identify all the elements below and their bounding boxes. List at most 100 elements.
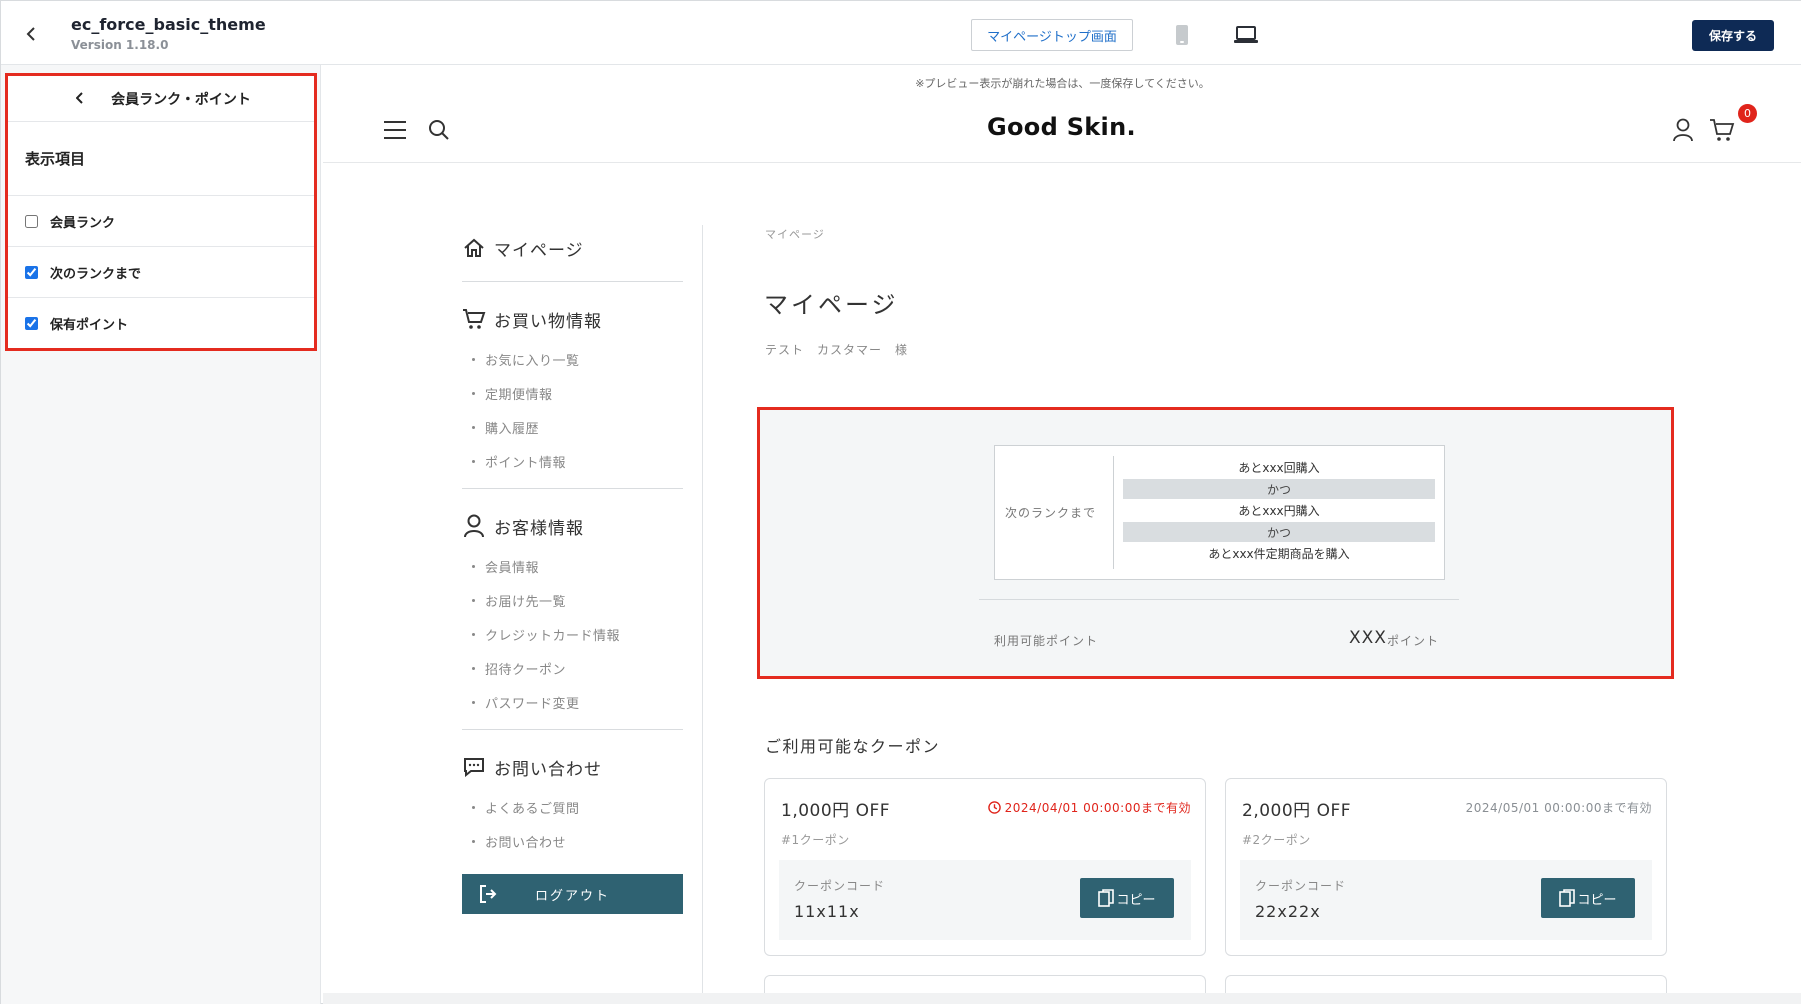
preview-page-select[interactable]: マイページトップ画面: [971, 19, 1133, 51]
rank-condition: あとxxx回購入: [1238, 461, 1320, 475]
coupon-code-label: クーポンコード: [794, 879, 886, 893]
coupon-expiry: 2024/05/01 00:00:00まで有効: [1465, 801, 1652, 815]
coupon-expiry-text: 2024/04/01 00:00:00まで有効: [1004, 801, 1191, 815]
nav-inquiry[interactable]: お問い合わせ: [462, 824, 683, 858]
nav-credit-card[interactable]: クレジットカード情報: [462, 617, 683, 651]
shop-logo[interactable]: Good Skin.: [987, 113, 1136, 141]
nav-label: お買い物情報: [494, 311, 602, 332]
nav-purchase-history[interactable]: 購入履歴: [462, 410, 683, 444]
rank-and: かつ: [1123, 522, 1435, 542]
copy-code-button[interactable]: コピー: [1080, 878, 1174, 918]
rank-condition: あとxxx円購入: [1238, 504, 1320, 518]
nav-sub-label: お届け先一覧: [485, 594, 567, 610]
nav-sub-label: 定期便情報: [485, 387, 553, 403]
coupon-name: #1クーポン: [781, 833, 850, 847]
next-rank-checkbox[interactable]: [25, 265, 38, 279]
nav-invite-coupon[interactable]: 招待クーポン: [462, 651, 683, 685]
nav-sub-label: お問い合わせ: [485, 835, 567, 851]
coupon-code-box: クーポンコード 11x11x コピー: [779, 860, 1191, 940]
points-value: XXX: [1349, 628, 1387, 648]
nav-subscription[interactable]: 定期便情報: [462, 376, 683, 410]
cart-icon: [463, 309, 486, 329]
copy-code-button[interactable]: コピー: [1541, 878, 1635, 918]
points-checkbox[interactable]: [25, 317, 38, 330]
logout-label: ログアウト: [534, 888, 610, 904]
save-button[interactable]: 保存する: [1692, 20, 1774, 51]
nav-sub-label: 招待クーポン: [485, 662, 567, 678]
menu-button[interactable]: [380, 115, 410, 145]
preview-frame: ※プレビュー表示が崩れた場合は、一度保存してください。 Good Skin. 0: [323, 65, 1801, 1004]
top-bar: ec_force_basic_theme Version 1.18.0 マイペー…: [1, 1, 1801, 65]
hamburger-icon: [384, 121, 406, 139]
option-points[interactable]: 保有ポイント: [8, 298, 314, 349]
breadcrumb[interactable]: マイページ: [765, 226, 825, 242]
nav-sub-label: よくあるご質問: [485, 801, 580, 817]
nav-label: お問い合わせ: [494, 759, 602, 780]
theme-version: Version 1.18.0: [71, 38, 169, 52]
nav-shopping[interactable]: お買い物情報: [462, 296, 683, 342]
mobile-icon: [1176, 25, 1188, 45]
option-member-rank[interactable]: 会員ランク: [8, 196, 314, 247]
nav-label: マイページ: [494, 240, 584, 261]
chat-icon: [464, 758, 484, 777]
nav-mypage[interactable]: マイページ: [462, 225, 683, 271]
nav-password[interactable]: パスワード変更: [462, 685, 683, 719]
coupon-expiry: 2024/04/01 00:00:00まで有効: [987, 799, 1191, 816]
nav-contact[interactable]: お問い合わせ: [462, 744, 683, 790]
option-label: 次のランクまで: [50, 266, 142, 282]
option-next-rank[interactable]: 次のランクまで: [8, 247, 314, 298]
coupon-amount: 2,000円 OFF: [1242, 801, 1352, 821]
nav-label: お客様情報: [494, 518, 584, 539]
cart-count-badge: 0: [1738, 104, 1757, 123]
coupon-code-label: クーポンコード: [1255, 879, 1347, 893]
next-rank-label: 次のランクまで: [1005, 506, 1097, 520]
nav-sub-label: クレジットカード情報: [485, 628, 621, 644]
clock-icon: [987, 801, 1001, 814]
chevron-left-icon: [76, 92, 83, 104]
shop-header: Good Skin. 0: [323, 99, 1801, 163]
option-label: 会員ランク: [50, 215, 116, 231]
rank-condition: あとxxx件定期商品を購入: [1208, 547, 1350, 561]
nav-faq[interactable]: よくあるご質問: [462, 790, 683, 824]
rank-point-settings: 会員ランク・ポイント 表示項目 会員ランク 次のランクまで 保有ポイント: [5, 73, 317, 351]
nav-addresses[interactable]: お届け先一覧: [462, 583, 683, 617]
points-label: 利用可能ポイント: [994, 634, 1099, 648]
member-rank-checkbox[interactable]: [25, 214, 38, 228]
nav-group-mypage: マイページ: [462, 225, 683, 282]
user-icon: [1673, 118, 1693, 142]
chevron-left-icon: [26, 27, 35, 41]
cart-button[interactable]: [1707, 115, 1737, 145]
section-title: 表示項目: [8, 122, 314, 196]
editor-app: ec_force_basic_theme Version 1.18.0 マイペー…: [0, 0, 1801, 1004]
panel-back-button[interactable]: [70, 86, 90, 110]
desktop-view-button[interactable]: [1231, 20, 1261, 50]
settings-panel: 会員ランク・ポイント 表示項目 会員ランク 次のランクまで 保有ポイント: [1, 65, 321, 1004]
points-unit: ポイント: [1387, 634, 1440, 648]
nav-sub-label: ポイント情報: [485, 455, 567, 471]
rank-and: かつ: [1123, 479, 1435, 499]
account-button[interactable]: [1668, 115, 1698, 145]
page-title: マイページ: [764, 291, 899, 319]
coupon-code: 22x22x: [1255, 902, 1321, 921]
preview-notice: ※プレビュー表示が崩れた場合は、一度保存してください。: [915, 77, 1210, 90]
rank-point-block: 次のランクまで あとxxx回購入 かつ あとxxx円購入 かつ あとxxx件定期…: [757, 407, 1674, 679]
logout-button[interactable]: ログアウト: [462, 874, 683, 914]
search-button[interactable]: [424, 115, 454, 145]
rank-conditions: あとxxx回購入 かつ あとxxx円購入 かつ あとxxx件定期商品を購入: [1123, 456, 1435, 565]
copy-label: コピー: [1116, 891, 1156, 907]
nav-member-info[interactable]: 会員情報: [462, 549, 683, 583]
option-label: 保有ポイント: [50, 318, 129, 333]
home-icon: [464, 238, 484, 257]
rank-separator: [979, 599, 1459, 600]
cart-icon: [1710, 119, 1735, 141]
mobile-view-button[interactable]: [1167, 20, 1197, 50]
copy-icon: [1559, 889, 1576, 907]
coupon-name: #2クーポン: [1242, 833, 1311, 847]
nav-favorites[interactable]: お気に入り一覧: [462, 342, 683, 376]
nav-customer[interactable]: お客様情報: [462, 503, 683, 549]
nav-points[interactable]: ポイント情報: [462, 444, 683, 478]
coupon-card: 1,000円 OFF 2024/04/01 00:00:00まで有効 #1クーポ…: [764, 778, 1206, 956]
nav-divider: [702, 225, 703, 1004]
back-button[interactable]: [19, 19, 43, 49]
next-rank-table: 次のランクまで あとxxx回購入 かつ あとxxx円購入 かつ あとxxx件定期…: [994, 445, 1445, 580]
